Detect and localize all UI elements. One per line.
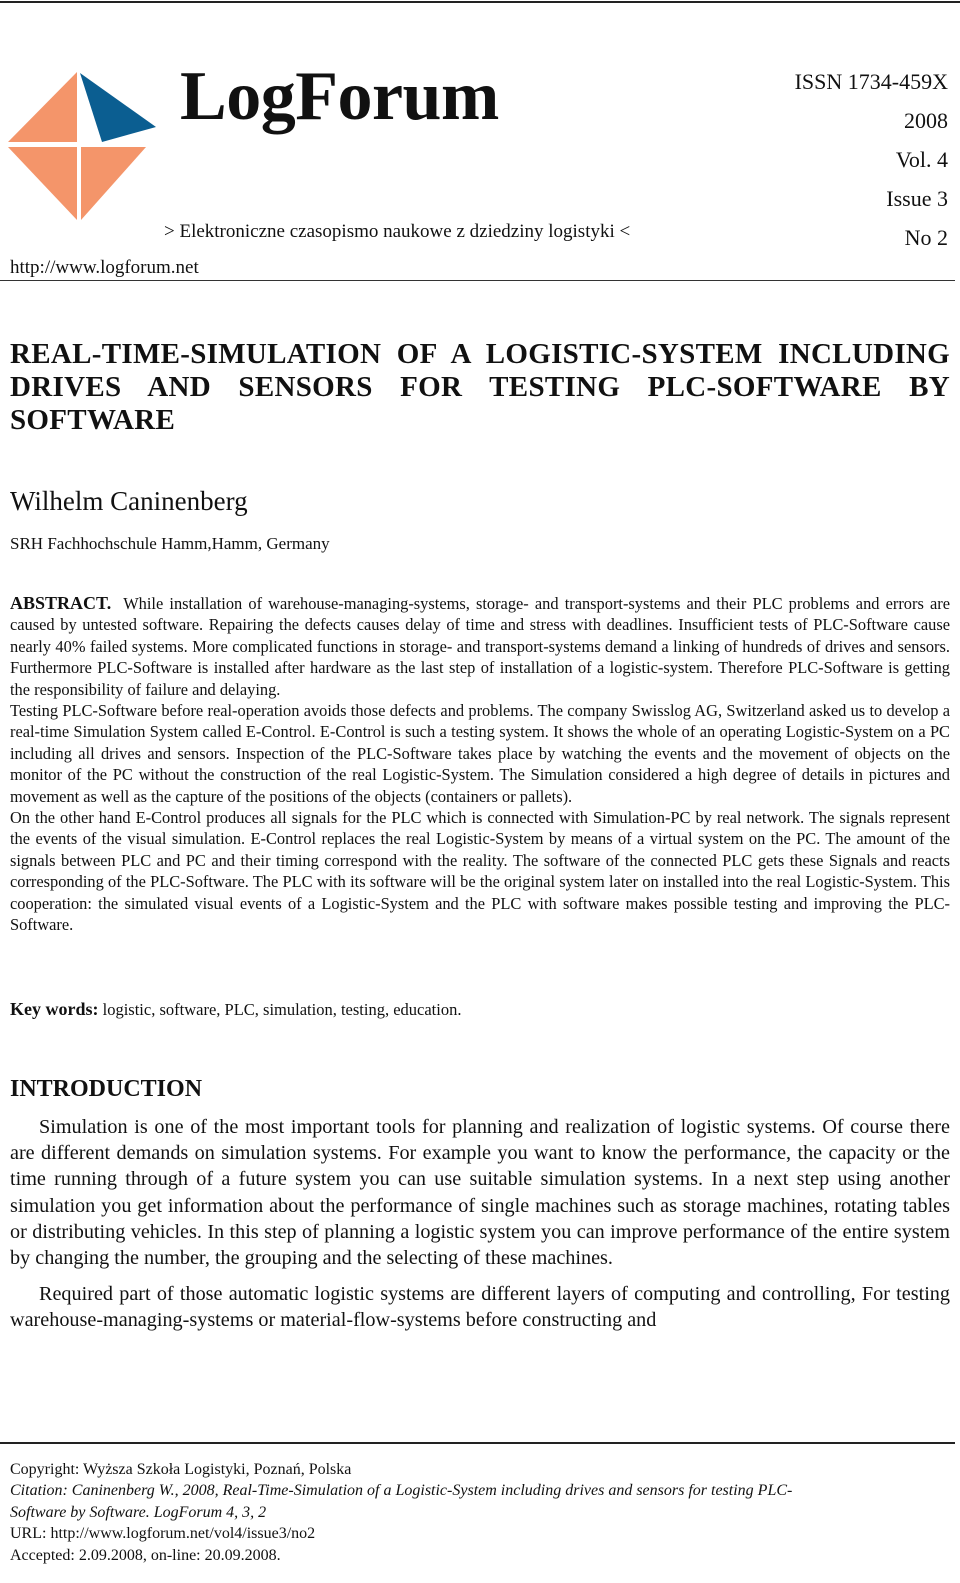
journal-name: LogForum	[180, 58, 499, 135]
section-heading-introduction: INTRODUCTION	[10, 1076, 203, 1102]
author-name: Wilhelm Caninenberg	[10, 486, 248, 516]
abstract: ABSTRACT. While installation of warehous…	[10, 593, 950, 936]
year: 2008	[904, 108, 948, 133]
issue-metadata: ISSN 1734-459X 2008 Vol. 4 Issue 3 No 2	[795, 62, 948, 257]
abstract-paragraph: Testing PLC-Software before real-operati…	[10, 701, 950, 806]
logo-triangle-upper-right	[80, 73, 156, 142]
logo-triangle-lower-left	[8, 147, 77, 220]
article-url[interactable]: URL: http://www.logforum.net/vol4/issue3…	[10, 1523, 955, 1544]
publication-dates: Accepted: 2.09.2008, on-line: 20.09.2008…	[10, 1546, 281, 1564]
journal-tagline: > Elektroniczne czasopismo naukowe z dzi…	[164, 221, 631, 242]
issn: ISSN 1734-459X	[794, 69, 948, 94]
abstract-paragraph: ABSTRACT. While installation of warehous…	[10, 593, 950, 699]
footer: Copyright: Wyższa Szkoła Logistyki, Pozn…	[10, 1459, 955, 1566]
intro-paragraph: Required part of those automatic logisti…	[10, 1283, 950, 1332]
keywords-value: logistic, software, PLC, simulation, tes…	[102, 1000, 462, 1019]
footer-divider	[0, 1442, 955, 1444]
header-divider	[0, 280, 955, 281]
logo-triangle-lower-right	[81, 147, 146, 220]
top-rule	[0, 1, 960, 3]
logo-triangle-upper-left	[8, 72, 77, 142]
intro-paragraph: Simulation is one of the most important …	[10, 1116, 950, 1270]
volume: Vol. 4	[895, 147, 948, 172]
issue: Issue 3	[886, 186, 948, 211]
citation: Citation: Caninenberg W., 2008, Real-Tim…	[10, 1482, 793, 1500]
abstract-paragraph: On the other hand E-Control produces all…	[10, 808, 950, 935]
introduction-body: Simulation is one of the most important …	[10, 1114, 950, 1344]
logforum-diamond-logo-icon	[8, 72, 156, 220]
abstract-label: ABSTRACT.	[10, 593, 112, 613]
journal-website-link[interactable]: http://www.logforum.net	[10, 257, 199, 279]
copyright: Copyright: Wyższa Szkoła Logistyki, Pozn…	[10, 1461, 352, 1478]
author-affiliation: SRH Fachhochschule Hamm,Hamm, Germany	[10, 534, 330, 553]
keywords: Key words: logistic, software, PLC, simu…	[10, 999, 461, 1020]
citation-continued: Software by Software. LogForum 4, 3, 2	[10, 1503, 267, 1521]
article-title: REAL-TIME-SIMULATION OF A LOGISTIC-SYSTE…	[10, 338, 950, 436]
number: No 2	[904, 225, 948, 250]
keywords-label: Key words:	[10, 999, 99, 1019]
